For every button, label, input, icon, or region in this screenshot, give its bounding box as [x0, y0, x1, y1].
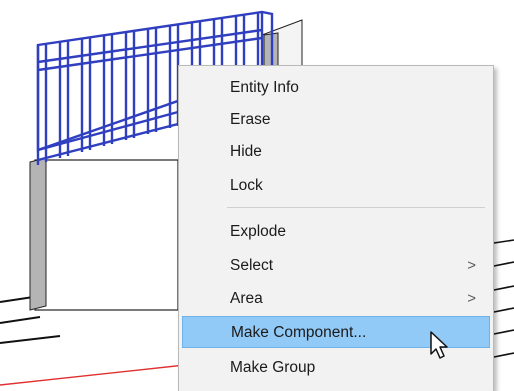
menu-item-lock[interactable]: Lock [182, 170, 490, 202]
menu-item-label: Select [230, 257, 274, 274]
menu-item-label: Lock [230, 177, 263, 194]
submenu-arrow-icon: > [467, 257, 476, 274]
menu-item-hide[interactable]: Hide [182, 136, 490, 168]
menu-item-label: Make Component... [231, 324, 367, 341]
menu-item-label: Entity Info [230, 79, 299, 96]
menu-item-label: Make Group [230, 359, 316, 376]
submenu-arrow-icon: > [467, 290, 476, 307]
menu-item-explode[interactable]: Explode [182, 216, 490, 248]
menu-item-select[interactable]: Select > [182, 250, 490, 282]
mouse-pointer-icon [430, 331, 448, 359]
menu-item-erase[interactable]: Erase [182, 104, 490, 136]
menu-item-label: Hide [230, 143, 262, 160]
menu-item-label: Explode [230, 223, 287, 240]
menu-separator [227, 207, 485, 208]
menu-item-entity-info[interactable]: Entity Info [182, 72, 490, 104]
menu-item-label: Erase [230, 111, 271, 128]
menu-item-area[interactable]: Area > [182, 283, 490, 315]
menu-item-label: Area [230, 290, 263, 307]
